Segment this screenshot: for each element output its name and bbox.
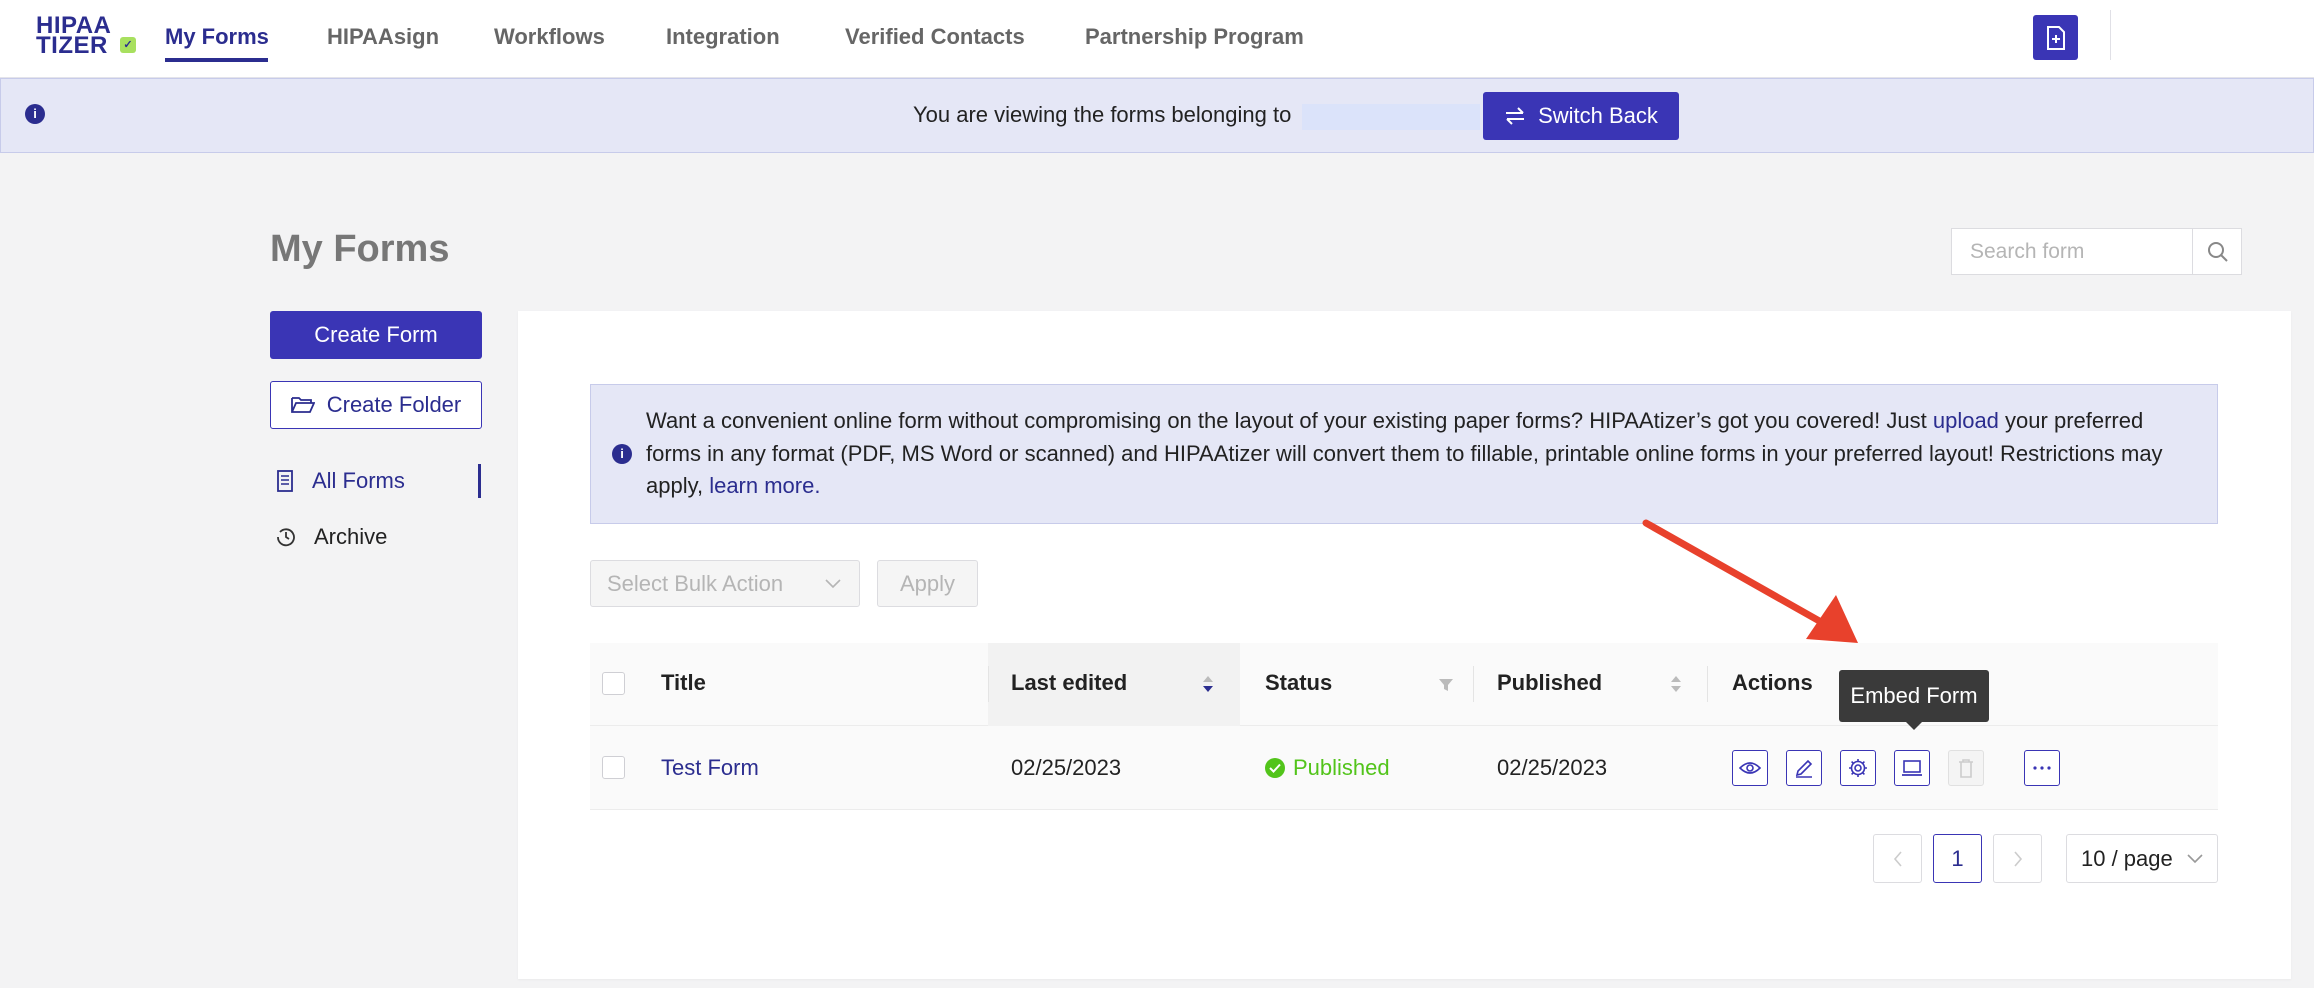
nav-integration[interactable]: Integration (666, 24, 780, 50)
create-form-button[interactable]: Create Form (270, 311, 482, 359)
hipaatizer-logo[interactable]: HIPAA TIZER ✓ (36, 14, 136, 58)
settings-button[interactable] (1840, 750, 1876, 786)
switch-back-label: Switch Back (1538, 103, 1658, 128)
search-button[interactable] (2192, 229, 2242, 274)
chevron-right-icon (2013, 850, 2022, 867)
sidebar-active-indicator (478, 464, 481, 498)
sidebar-item-label: Archive (314, 524, 388, 549)
logo-badge-icon: ✓ (120, 37, 136, 53)
logo-line-2: TIZER (36, 32, 108, 59)
column-title[interactable]: Title (661, 670, 706, 696)
learn-more-link[interactable]: learn more. (709, 473, 820, 498)
embed-form-tooltip: Embed Form (1839, 670, 1989, 722)
nav-partnership-program[interactable]: Partnership Program (1085, 24, 1304, 50)
filter-icon[interactable] (1438, 677, 1454, 693)
search-form-box (1951, 228, 2242, 275)
tooltip-arrow (1906, 722, 1922, 730)
page-size-value: 10 / page (2081, 845, 2173, 871)
notice-line3-a: apply, (646, 473, 704, 498)
ellipsis-icon (2033, 766, 2051, 770)
sort-icon[interactable] (1670, 673, 1682, 695)
form-list-icon (277, 470, 293, 492)
chevron-down-icon (825, 578, 841, 588)
nav-hipaasign[interactable]: HIPAAsign (327, 24, 439, 50)
column-divider (988, 666, 989, 702)
redacted-account-name (1302, 104, 1480, 130)
bulk-action-placeholder: Select Bulk Action (607, 570, 784, 596)
embed-form-button[interactable] (1894, 750, 1930, 786)
eye-icon (1739, 762, 1761, 774)
chevron-down-icon (2187, 853, 2203, 863)
nav-verified-contacts[interactable]: Verified Contacts (845, 24, 1025, 50)
nav-divider (2110, 10, 2111, 60)
search-form-input[interactable] (1952, 229, 2192, 274)
info-icon: i (25, 104, 45, 124)
switch-back-button[interactable]: Switch Back (1483, 92, 1679, 140)
page-title: My Forms (270, 228, 450, 270)
create-folder-button[interactable]: Create Folder (270, 381, 482, 429)
row-checkbox[interactable] (602, 756, 625, 779)
column-actions: Actions (1732, 670, 1813, 695)
chevron-left-icon (1893, 850, 1902, 867)
next-page-button[interactable] (1993, 834, 2042, 883)
column-divider (1473, 666, 1474, 702)
page-button[interactable]: 1 (1933, 834, 1982, 883)
annotation-arrow-icon (1642, 519, 1858, 643)
select-all-checkbox[interactable] (602, 672, 625, 695)
notice-line1-b: your preferred (2005, 408, 2144, 433)
laptop-icon (1902, 760, 1922, 776)
preview-button[interactable] (1732, 750, 1768, 786)
trash-icon (1959, 759, 1973, 778)
nav-my-forms[interactable]: My Forms (165, 24, 269, 50)
notice-line1-a: Want a convenient online form without co… (646, 408, 1927, 433)
info-icon: i (612, 444, 632, 464)
page-size-select[interactable]: 10 / page (2066, 834, 2218, 883)
previous-page-button[interactable] (1873, 834, 1922, 883)
swap-icon (1506, 107, 1525, 125)
gear-icon (1849, 759, 1867, 777)
edit-button[interactable] (1786, 750, 1822, 786)
history-icon (277, 528, 295, 547)
folder-open-icon (290, 397, 315, 413)
last-edited-cell: 02/25/2023 (1011, 755, 1122, 780)
status-badge: Published (1265, 755, 1390, 781)
pencil-icon (1795, 759, 1813, 778)
sort-icon[interactable] (1202, 673, 1214, 695)
sidebar-item-label: All Forms (312, 468, 405, 493)
more-actions-button[interactable] (2024, 750, 2060, 786)
delete-button (1948, 750, 1984, 786)
check-circle-icon (1265, 758, 1285, 778)
column-last-edited[interactable]: Last edited (1011, 670, 1127, 696)
column-status[interactable]: Status (1265, 670, 1332, 696)
form-title-link[interactable]: Test Form (661, 755, 759, 781)
file-add-icon (2046, 25, 2065, 50)
nav-workflows[interactable]: Workflows (494, 24, 605, 50)
bulk-action-select[interactable]: Select Bulk Action (590, 560, 860, 607)
banner-message: You are viewing the forms belonging to (913, 102, 1292, 127)
column-published[interactable]: Published (1497, 670, 1602, 696)
sidebar-item-archive[interactable]: Archive (276, 522, 387, 552)
column-divider (1707, 666, 1708, 702)
published-cell: 02/25/2023 (1497, 755, 1608, 780)
sidebar-item-all-forms[interactable]: All Forms (276, 466, 405, 496)
search-icon (2207, 241, 2228, 262)
apply-button[interactable]: Apply (877, 560, 978, 607)
new-document-button[interactable] (2033, 15, 2078, 60)
upload-link[interactable]: upload (1933, 408, 1999, 433)
create-folder-label: Create Folder (326, 392, 462, 417)
nav-active-underline (165, 58, 268, 62)
status-text: Published (1293, 755, 1390, 780)
notice-text: Want a convenient online form without co… (646, 402, 2206, 513)
